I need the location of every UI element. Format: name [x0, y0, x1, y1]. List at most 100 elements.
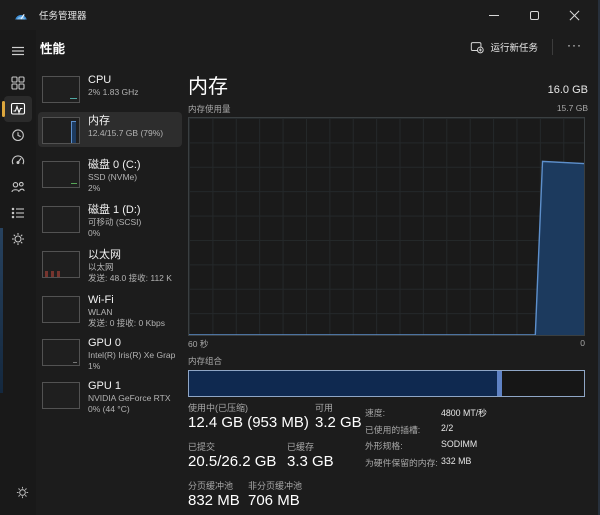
disk1-thumbnail-graph — [42, 206, 80, 233]
services-icon — [10, 231, 26, 247]
gpu1-thumbnail-graph — [42, 382, 80, 409]
close-icon — [569, 10, 580, 21]
sidebar-item-wifi[interactable]: Wi-Fi WLAN 发送: 0 接收: 0 Kbps — [38, 291, 182, 331]
cpu-stats: 2% 1.83 GHz — [88, 87, 139, 98]
wifi-adapter: WLAN — [88, 307, 165, 318]
nav-services[interactable] — [4, 226, 32, 252]
nav-app-history[interactable] — [4, 122, 32, 148]
cpu-thumbnail-graph — [42, 76, 80, 103]
run-new-task-icon — [470, 40, 484, 54]
gpu0-sparkline — [73, 362, 77, 365]
nav-performance[interactable] — [4, 96, 32, 122]
sidebar-item-disk1[interactable]: 磁盘 1 (D:) 可移动 (SCSI) 0% — [38, 201, 182, 241]
ethernet-sparkline — [45, 271, 75, 277]
nav-settings[interactable] — [8, 479, 36, 505]
gpu1-device: NVIDIA GeForce RTX — [88, 393, 171, 404]
performance-icon — [10, 101, 26, 117]
wifi-throughput: 发送: 0 接收: 0 Kbps — [88, 318, 165, 329]
nav-rail — [0, 30, 36, 515]
minimize-icon — [489, 15, 499, 16]
sidebar-item-gpu1[interactable]: GPU 1 NVIDIA GeForce RTX 0% (44 °C) — [38, 377, 182, 417]
memory-stats: 12.4/15.7 GB (79%) — [88, 128, 163, 139]
page-title: 性能 — [40, 38, 65, 57]
header-separator — [552, 39, 553, 55]
ethernet-title: 以太网 — [88, 249, 172, 262]
menu-icon — [10, 43, 26, 59]
memory-panel-title: 内存 — [188, 70, 228, 99]
nav-startup-apps[interactable] — [4, 148, 32, 174]
disk0-thumbnail-graph — [42, 161, 80, 188]
performance-sidebar: CPU 2% 1.83 GHz 内存 12.4/15.7 GB (79%) 磁盘… — [36, 66, 186, 515]
sidebar-item-disk0[interactable]: 磁盘 0 (C:) SSD (NVMe) 2% — [38, 156, 182, 196]
memory-thumbnail-graph — [42, 117, 80, 144]
disk1-type: 可移动 (SCSI) — [88, 217, 141, 228]
disk0-usage: 2% — [88, 183, 141, 194]
maximize-icon — [530, 11, 539, 20]
nav-details[interactable] — [4, 200, 32, 226]
memory-title: 内存 — [88, 115, 163, 128]
task-manager-window: 任务管理器 — [0, 0, 600, 515]
wifi-title: Wi-Fi — [88, 294, 165, 307]
disk1-usage: 0% — [88, 228, 141, 239]
window-title: 任务管理器 — [39, 8, 87, 22]
desktop-edge-glow — [0, 228, 3, 393]
disk0-sparkline — [71, 183, 77, 187]
sidebar-item-gpu0[interactable]: GPU 0 Intel(R) Iris(R) Xe Grap 1% — [38, 334, 182, 374]
stat-non-paged-pool: 非分页缓冲池 706 MB — [248, 480, 302, 510]
menu-button[interactable] — [4, 38, 32, 64]
disk1-title: 磁盘 1 (D:) — [88, 204, 141, 217]
page-header: 性能 运行新任务 ··· — [36, 30, 600, 64]
settings-icon — [15, 485, 30, 500]
stat-paged-pool: 分页缓冲池 832 MB — [188, 480, 248, 510]
disk0-title: 磁盘 0 (C:) — [88, 159, 141, 172]
gpu0-usage: 1% — [88, 361, 175, 372]
sidebar-item-cpu[interactable]: CPU 2% 1.83 GHz — [38, 71, 182, 106]
task-manager-app-icon — [13, 7, 29, 23]
gpu0-thumbnail-graph — [42, 339, 80, 366]
titlebar: 任务管理器 — [0, 0, 600, 30]
details-icon — [10, 205, 26, 221]
usage-chart-label: 内存使用量 — [188, 103, 231, 115]
cpu-title: CPU — [88, 74, 139, 87]
nav-processes[interactable] — [4, 70, 32, 96]
maximize-button[interactable] — [514, 0, 554, 30]
sidebar-item-memory[interactable]: 内存 12.4/15.7 GB (79%) — [38, 112, 182, 147]
gpu1-title: GPU 1 — [88, 380, 171, 393]
startup-apps-icon — [10, 153, 26, 169]
more-options-button[interactable]: ··· — [559, 36, 590, 58]
detail-form-factor: 外形规格: SODIMM — [365, 439, 585, 452]
detail-hardware-reserved: 为硬件保留的内存: 332 MB — [365, 456, 585, 469]
processes-icon — [10, 75, 26, 91]
composition-used — [189, 371, 497, 396]
minimize-button[interactable] — [474, 0, 514, 30]
detail-slots-used: 已使用的插槽: 2/2 — [365, 423, 585, 436]
memory-usage-area — [189, 118, 584, 335]
header-actions: 运行新任务 ··· — [462, 30, 590, 64]
gpu1-usage: 0% (44 °C) — [88, 404, 171, 415]
stat-in-use: 使用中(已压缩) 12.4 GB (953 MB) — [188, 402, 315, 432]
nav-users[interactable] — [4, 174, 32, 200]
ethernet-throughput: 发送: 48.0 接收: 112 K — [88, 273, 172, 284]
time-axis-left: 60 秒 — [188, 338, 208, 350]
time-axis-right: 0 — [580, 338, 585, 350]
ethernet-thumbnail-graph — [42, 251, 80, 278]
window-controls — [474, 0, 594, 30]
detail-speed: 速度: 4800 MT/秒 — [365, 406, 585, 419]
disk0-type: SSD (NVMe) — [88, 172, 141, 183]
cpu-sparkline — [70, 98, 77, 102]
run-new-task-label: 运行新任务 — [490, 40, 538, 54]
app-history-icon — [10, 127, 26, 143]
stat-available: 可用 3.2 GB — [315, 402, 362, 432]
sidebar-item-ethernet[interactable]: 以太网 以太网 发送: 48.0 接收: 112 K — [38, 246, 182, 286]
composition-label: 内存组合 — [188, 355, 588, 367]
gpu0-device: Intel(R) Iris(R) Xe Grap — [88, 350, 175, 361]
memory-hardware-details: 速度: 4800 MT/秒 已使用的插槽: 2/2 外形规格: SODIMM 为… — [365, 406, 585, 472]
stat-committed: 已提交 20.5/26.2 GB — [188, 441, 287, 471]
ethernet-adapter: 以太网 — [88, 262, 172, 273]
run-new-task-button[interactable]: 运行新任务 — [462, 36, 546, 58]
memory-panel: 内存 16.0 GB 内存使用量 15.7 GB 60 秒 0 内存组合 使用中 — [188, 66, 588, 515]
wifi-thumbnail-graph — [42, 296, 80, 323]
close-button[interactable] — [554, 0, 594, 30]
gpu0-title: GPU 0 — [88, 337, 175, 350]
memory-sparkline — [71, 121, 76, 143]
